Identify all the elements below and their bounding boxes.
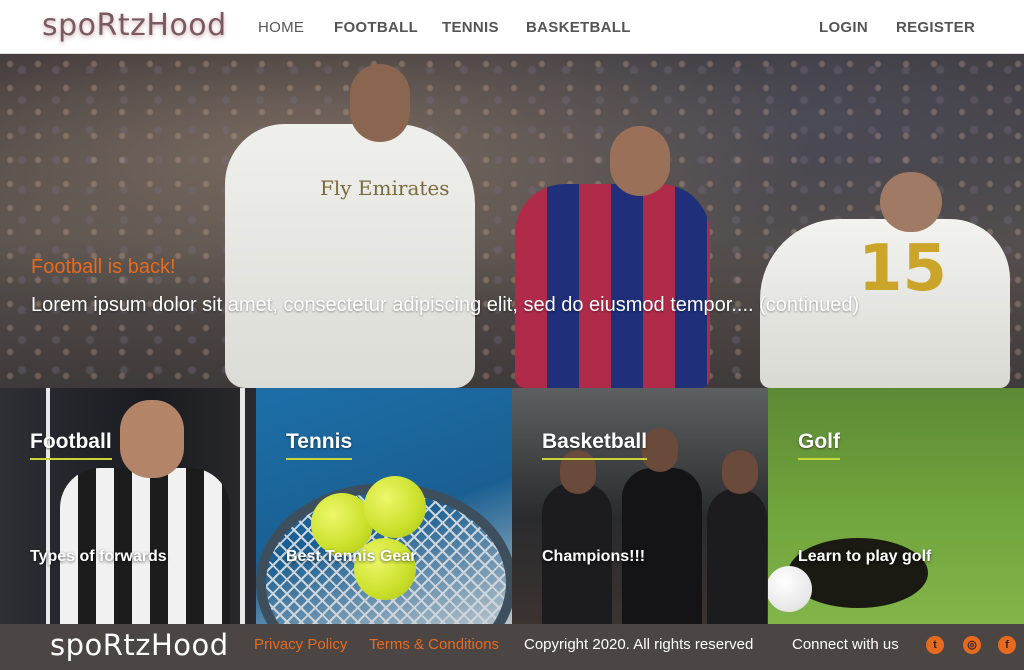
card-title[interactable]: Basketball xyxy=(542,430,648,460)
basketball-player-head xyxy=(722,450,758,494)
privacy-policy-link[interactable]: Privacy Policy xyxy=(254,636,347,653)
facebook-icon[interactable]: f xyxy=(998,636,1016,654)
card-title[interactable]: Football xyxy=(30,430,112,460)
card-tennis[interactable]: Tennis Best Tennis Gear xyxy=(256,388,512,624)
hero-text: Lorem ipsum dolor sit amet, consectetur … xyxy=(31,294,860,316)
basketball-player-image xyxy=(707,488,767,624)
footer: spoRtzHood Privacy Policy Terms & Condit… xyxy=(0,624,1024,670)
card-basketball[interactable]: Basketball Champions!!! xyxy=(512,388,768,624)
jersey-number: 15 xyxy=(858,232,948,306)
hero-player-white-jersey xyxy=(225,124,475,388)
card-title[interactable]: Golf xyxy=(798,430,840,460)
basketball-player-image xyxy=(622,468,702,624)
twitter-icon[interactable]: t xyxy=(926,636,944,654)
navbar: spoRtzHood HOME FOOTBALL TENNIS BASKETBA… xyxy=(0,0,1024,54)
card-golf[interactable]: Golf Learn to play golf xyxy=(768,388,1024,624)
card-football[interactable]: Football Types of forwards xyxy=(0,388,256,624)
jersey-sponsor: Fly Emirates xyxy=(320,176,450,200)
nav-login[interactable]: LOGIN xyxy=(819,19,868,36)
terms-link[interactable]: Terms & Conditions xyxy=(369,636,499,653)
goal-post xyxy=(46,388,50,624)
hero-banner: Fly Emirates 15 Football is back! Lorem … xyxy=(0,54,1024,388)
football-player-image xyxy=(60,468,230,624)
hero-player-head xyxy=(610,126,670,196)
tennis-ball xyxy=(364,476,426,538)
card-subtitle[interactable]: Champions!!! xyxy=(542,548,645,566)
hero-player-striped-jersey xyxy=(515,184,710,388)
nav-home[interactable]: HOME xyxy=(258,19,304,36)
card-subtitle[interactable]: Learn to play golf xyxy=(798,548,931,566)
nav-basketball[interactable]: BASKETBALL xyxy=(526,19,631,36)
nav-register[interactable]: REGISTER xyxy=(896,19,975,36)
footer-brand[interactable]: spoRtzHood xyxy=(50,628,229,662)
nav-football[interactable]: FOOTBALL xyxy=(334,19,418,36)
brand-logo[interactable]: spoRtzHood xyxy=(42,8,227,43)
card-subtitle[interactable]: Types of forwards xyxy=(30,548,167,566)
instagram-icon[interactable]: ◎ xyxy=(963,636,981,654)
basketball-player-head xyxy=(642,428,678,472)
hero-player-head xyxy=(880,172,942,232)
connect-label: Connect with us xyxy=(792,636,899,653)
golf-ball-image xyxy=(768,566,812,612)
goal-post xyxy=(240,388,245,624)
nav-tennis[interactable]: TENNIS xyxy=(442,19,499,36)
card-subtitle[interactable]: Best Tennis Gear xyxy=(286,548,416,566)
copyright-text: Copyright 2020. All rights reserved xyxy=(524,636,754,653)
football-player-head xyxy=(120,400,184,478)
card-title[interactable]: Tennis xyxy=(286,430,353,460)
hero-player-head xyxy=(350,64,410,142)
hero-kicker: Football is back! xyxy=(31,256,176,278)
